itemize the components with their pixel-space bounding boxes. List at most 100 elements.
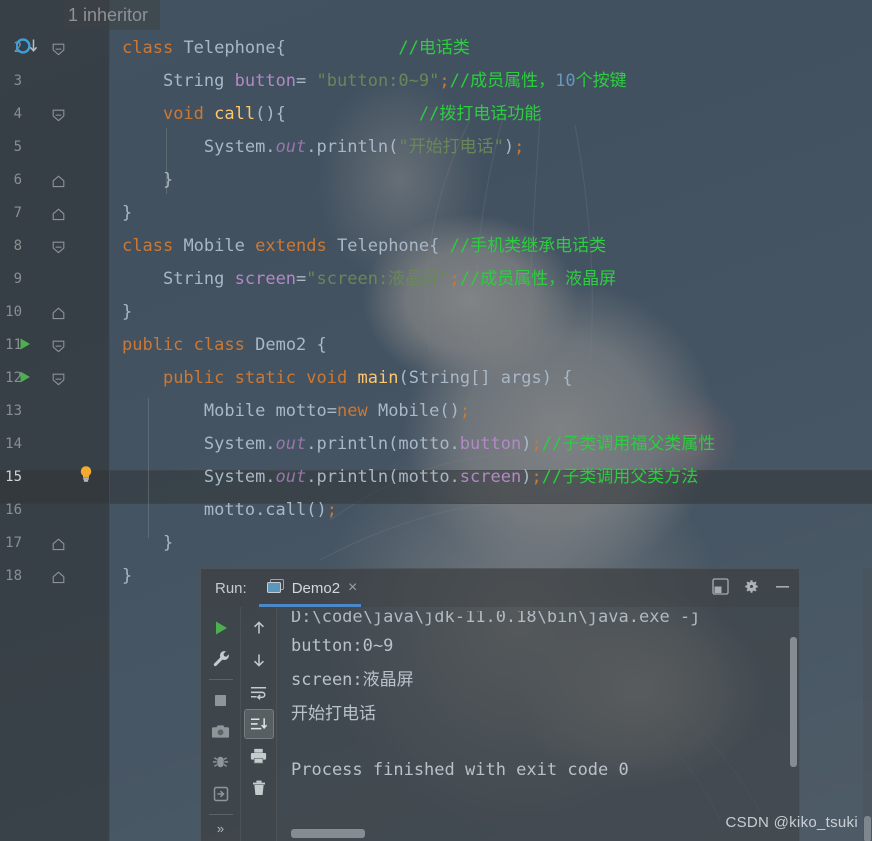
code-fold-toggle-icon[interactable]	[52, 230, 65, 263]
code-token-stat: out	[275, 467, 307, 487]
console-vertical-scrollbar[interactable]	[790, 637, 797, 767]
code-token-id: {	[316, 335, 327, 355]
code-token-fn: call	[214, 104, 256, 124]
code-token-kw: void	[306, 368, 348, 388]
line-number: 18	[5, 568, 22, 584]
scroll-to-end-button[interactable]	[243, 709, 274, 739]
run-gutter-icon[interactable]	[18, 329, 34, 362]
edit-configuration-button[interactable]	[206, 644, 236, 673]
code-line[interactable]: class Mobile extends Telephone{ //手机类继承电…	[122, 230, 606, 263]
code-fold-toggle-icon[interactable]	[52, 164, 65, 197]
inheritor-inlay-hint[interactable]: 1 inheritor	[64, 0, 161, 30]
code-fold-toggle-icon[interactable]	[52, 329, 65, 362]
close-icon[interactable]: ×	[348, 580, 357, 596]
minimize-restore-icon[interactable]	[712, 577, 729, 599]
code-token-id: }	[122, 203, 133, 223]
code-token-kw: public	[122, 335, 184, 355]
screenshot-camera-button[interactable]	[206, 717, 236, 746]
down-the-stack-trace-button[interactable]	[244, 645, 274, 675]
code-token-str: "button:0~9"	[316, 71, 440, 91]
code-token-id: System.	[203, 434, 276, 454]
code-token-num: 10	[555, 71, 576, 91]
code-token-cmt: //成员属性，液晶屏	[459, 269, 617, 289]
code-line[interactable]: }	[122, 296, 132, 329]
code-fold-toggle-icon[interactable]	[52, 98, 65, 131]
code-fold-toggle-icon[interactable]	[52, 197, 65, 230]
code-token-sp	[173, 38, 183, 58]
code-token-id: (String[] args) {	[398, 368, 573, 388]
code-fold-toggle-icon[interactable]	[52, 560, 65, 593]
code-line[interactable]: }	[122, 197, 132, 230]
code-token-id: }	[122, 566, 133, 586]
soft-wrap-button[interactable]	[244, 677, 274, 707]
code-token-sem: ;	[514, 137, 525, 157]
run-toolbar-secondary[interactable]	[241, 607, 277, 841]
editor-vertical-scrollbar[interactable]	[863, 568, 872, 841]
stop-button[interactable]	[206, 686, 236, 715]
code-line[interactable]: String button= "button:0~9";//成员属性，10个按键	[122, 65, 627, 98]
export-button[interactable]	[206, 779, 236, 808]
code-line[interactable]: public class Demo2 {	[122, 329, 327, 362]
run-window-header-buttons[interactable]	[712, 569, 791, 607]
console-output-line: 开始打电话	[291, 704, 376, 724]
line-number: 8	[13, 238, 22, 254]
clear-all-trash-button[interactable]	[244, 773, 274, 803]
run-tab-demo2[interactable]: Demo2 ×	[258, 569, 366, 607]
code-token-id: .println(motto.	[306, 434, 460, 454]
code-line[interactable]: class Telephone{ //电话类	[122, 32, 470, 65]
editor-scrollbar-thumb[interactable]	[864, 816, 871, 841]
implemented-by-gutter-icon[interactable]	[15, 32, 46, 65]
code-token-cls: Telephone{	[183, 38, 286, 58]
editor-gutter[interactable]: 2 3 4 5 6 7 8 9 10 11 12 13 14 15 16 17 18	[0, 0, 110, 841]
code-line[interactable]: String screen="screen:液晶屏";//成员属性，液晶屏	[122, 263, 616, 296]
code-token-id: =	[296, 269, 307, 289]
code-line[interactable]: Mobile motto=new Mobile();	[122, 395, 470, 428]
code-fold-toggle-icon[interactable]	[52, 527, 65, 560]
run-gutter-icon[interactable]	[18, 362, 34, 395]
rerun-button[interactable]	[206, 613, 236, 642]
more-options-chevrons-icon[interactable]: »	[217, 821, 224, 836]
code-line[interactable]: void call(){ //拨打电话功能	[122, 98, 541, 131]
line-number: 15	[5, 469, 22, 485]
settings-gear-icon[interactable]	[743, 578, 760, 599]
up-the-stack-trace-button[interactable]	[244, 613, 274, 643]
code-line[interactable]: }	[122, 560, 132, 593]
code-line[interactable]: System.out.println(motto.button);//子类调用福…	[122, 428, 715, 461]
code-token-cls: Mobile	[377, 401, 440, 421]
code-token-id: }	[162, 170, 174, 190]
intention-bulb-icon[interactable]	[78, 461, 96, 494]
console-output[interactable]: D:\code\java\jdk-11.0.18\bin\java.exe -j…	[277, 607, 799, 841]
run-tool-window[interactable]: Run: Demo2 × » D:\code\java\jdk-11.0.18\…	[200, 568, 800, 841]
code-token-id: )	[521, 467, 532, 487]
csdn-watermark: CSDN @kiko_tsuki	[725, 814, 858, 831]
toolbar-separator	[208, 679, 233, 680]
code-line[interactable]: System.out.println("开始打电话");	[122, 131, 524, 164]
code-token-sem: ;	[439, 71, 450, 91]
run-toolbar-primary[interactable]: »	[201, 607, 241, 841]
code-line[interactable]: public static void main(String[] args) {	[122, 362, 573, 395]
code-fold-toggle-icon[interactable]	[52, 32, 65, 65]
line-number: 5	[13, 139, 22, 155]
code-line[interactable]: }	[122, 527, 173, 560]
code-token-cmt: 个按键	[575, 71, 627, 91]
code-token-sp	[245, 335, 255, 355]
code-line[interactable]: System.out.println(motto.screen);//子类调用父…	[122, 461, 698, 494]
code-fold-toggle-icon[interactable]	[52, 296, 65, 329]
code-token-kw: public	[162, 368, 225, 388]
code-token-kw: static	[234, 368, 297, 388]
code-line[interactable]: }	[122, 164, 173, 197]
code-token-cls: Mobile	[203, 401, 266, 421]
code-token-sp	[286, 104, 419, 124]
console-horizontal-scrollbar[interactable]	[291, 829, 365, 838]
code-fold-toggle-icon[interactable]	[52, 362, 65, 395]
code-token-cls: Demo2	[255, 335, 307, 355]
code-line[interactable]: motto.call();	[122, 494, 337, 527]
code-token-id: }	[122, 302, 133, 322]
run-window-body: » D:\code\java\jdk-11.0.18\bin\java.exe …	[201, 607, 799, 841]
print-button[interactable]	[244, 741, 274, 771]
debug-bug-button[interactable]	[206, 748, 236, 777]
code-token-sp	[286, 38, 399, 58]
hide-window-icon[interactable]	[774, 578, 791, 599]
code-token-sem: ;	[326, 500, 337, 520]
code-token-cmt: //电话类	[398, 38, 470, 58]
